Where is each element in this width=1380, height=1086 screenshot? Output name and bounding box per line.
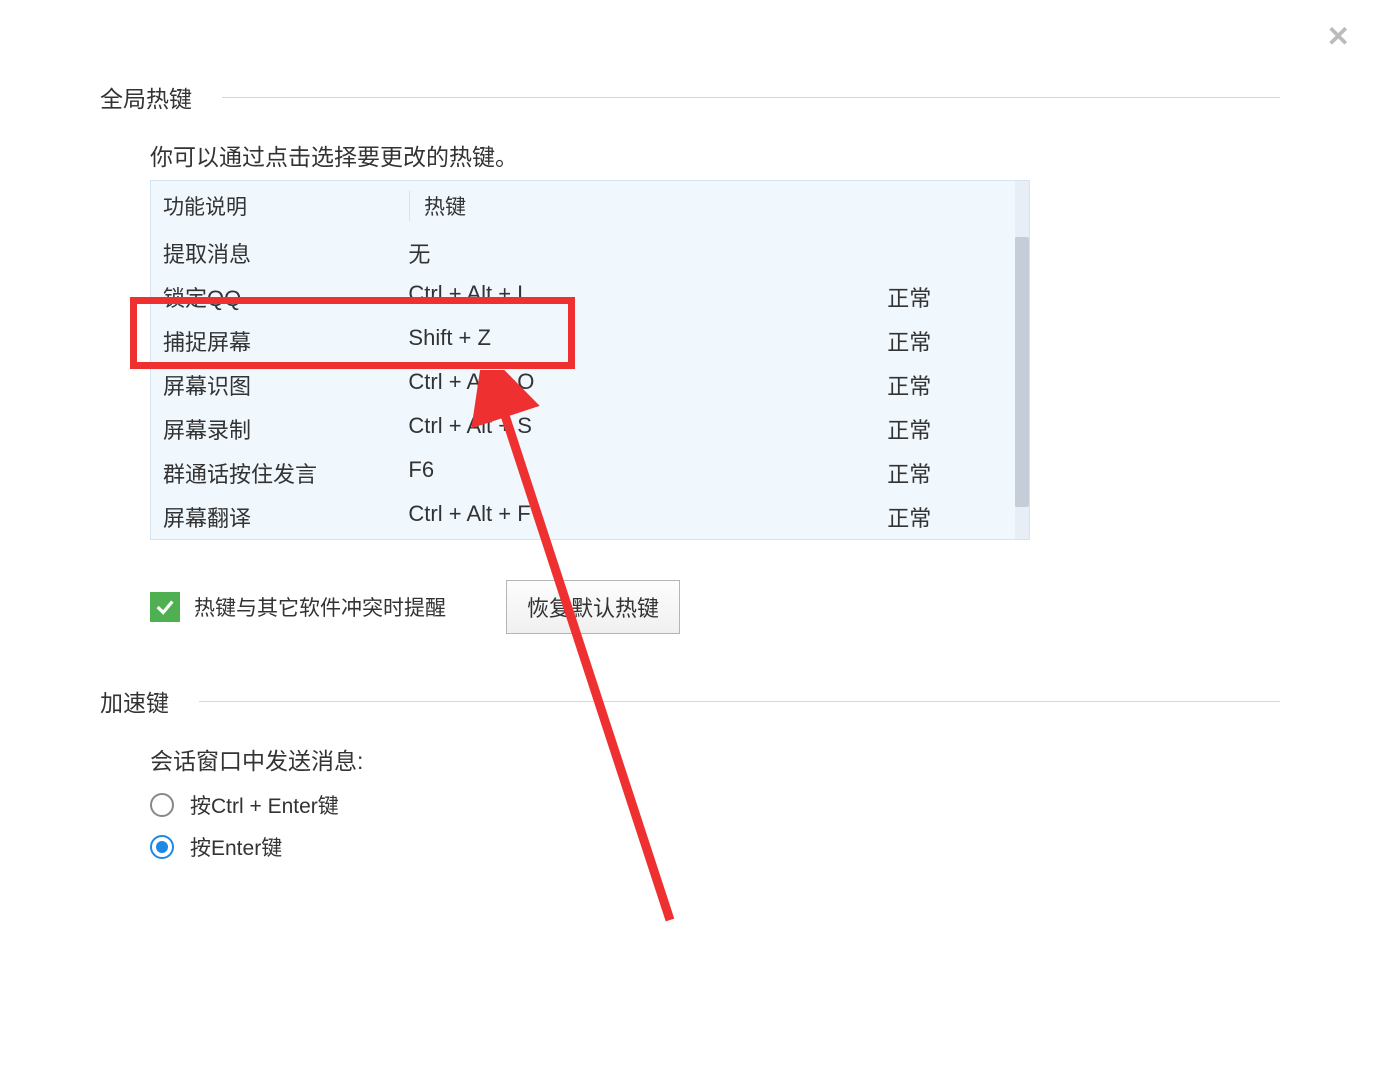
row-status: 正常 [887,281,1017,313]
row-status [887,237,1017,269]
row-status: 正常 [887,325,1017,357]
row-status: 正常 [887,457,1017,489]
section-accel-header: 加速键 [100,684,1280,718]
row-func: 群通话按住发言 [163,457,408,489]
row-func: 提取消息 [163,237,408,269]
row-func: 捕捉屏幕 [163,325,408,357]
row-hotkey: Ctrl + Alt + S [408,413,887,445]
table-row[interactable]: 群通话按住发言 F6 正常 [151,451,1029,495]
table-header: 功能说明 热键 [151,181,1029,231]
section-hotkey-header: 全局热键 [100,80,1280,114]
row-func: 屏幕翻译 [163,501,408,533]
restore-default-button[interactable]: 恢复默认热键 [506,580,680,634]
table-row[interactable]: 屏幕翻译 Ctrl + Alt + F 正常 [151,495,1029,539]
radio-ctrl-enter[interactable]: 按Ctrl + Enter键 [150,790,1280,820]
row-hotkey: Shift + Z [408,325,887,357]
radio-label: 按Enter键 [190,832,282,862]
hotkey-table: 功能说明 热键 提取消息 无 锁定QQ Ctrl + Alt + L 正常 捕捉… [150,180,1030,540]
table-row[interactable]: 屏幕录制 Ctrl + Alt + S 正常 [151,407,1029,451]
row-hotkey: Ctrl + Alt + F [408,501,887,533]
radio-enter[interactable]: 按Enter键 [150,832,1280,862]
scrollbar-thumb[interactable] [1015,237,1029,507]
row-hotkey: Ctrl + Alt + O [408,369,887,401]
table-row[interactable]: 捕捉屏幕 Shift + Z 正常 [151,319,1029,363]
radio-label: 按Ctrl + Enter键 [190,790,339,820]
row-hotkey: 无 [408,237,887,269]
close-icon[interactable]: ✕ [1327,20,1350,53]
send-message-label: 会话窗口中发送消息: [150,742,1280,776]
table-row[interactable]: 屏幕识图 Ctrl + Alt + O 正常 [151,363,1029,407]
row-hotkey: F6 [408,457,887,489]
table-row[interactable]: 锁定QQ Ctrl + Alt + L 正常 [151,275,1029,319]
col-hotkey: 热键 [409,191,869,221]
col-func: 功能说明 [163,191,409,221]
checkbox-checked-icon [150,592,180,622]
conflict-checkbox-label: 热键与其它软件冲突时提醒 [194,592,446,622]
row-status: 正常 [887,369,1017,401]
row-func: 锁定QQ [163,281,408,313]
row-status: 正常 [887,501,1017,533]
row-func: 屏幕识图 [163,369,408,401]
radio-icon [150,793,174,817]
conflict-checkbox[interactable]: 热键与其它软件冲突时提醒 [150,592,446,622]
hotkey-instruction: 你可以通过点击选择要更改的热键。 [150,138,1280,172]
section-accel-title: 加速键 [100,684,169,718]
row-hotkey: Ctrl + Alt + L [408,281,887,313]
divider [199,701,1280,702]
table-row[interactable]: 提取消息 无 [151,231,1029,275]
row-status: 正常 [887,413,1017,445]
divider [222,97,1280,98]
row-func: 屏幕录制 [163,413,408,445]
section-hotkey-title: 全局热键 [100,80,192,114]
radio-icon [150,835,174,859]
